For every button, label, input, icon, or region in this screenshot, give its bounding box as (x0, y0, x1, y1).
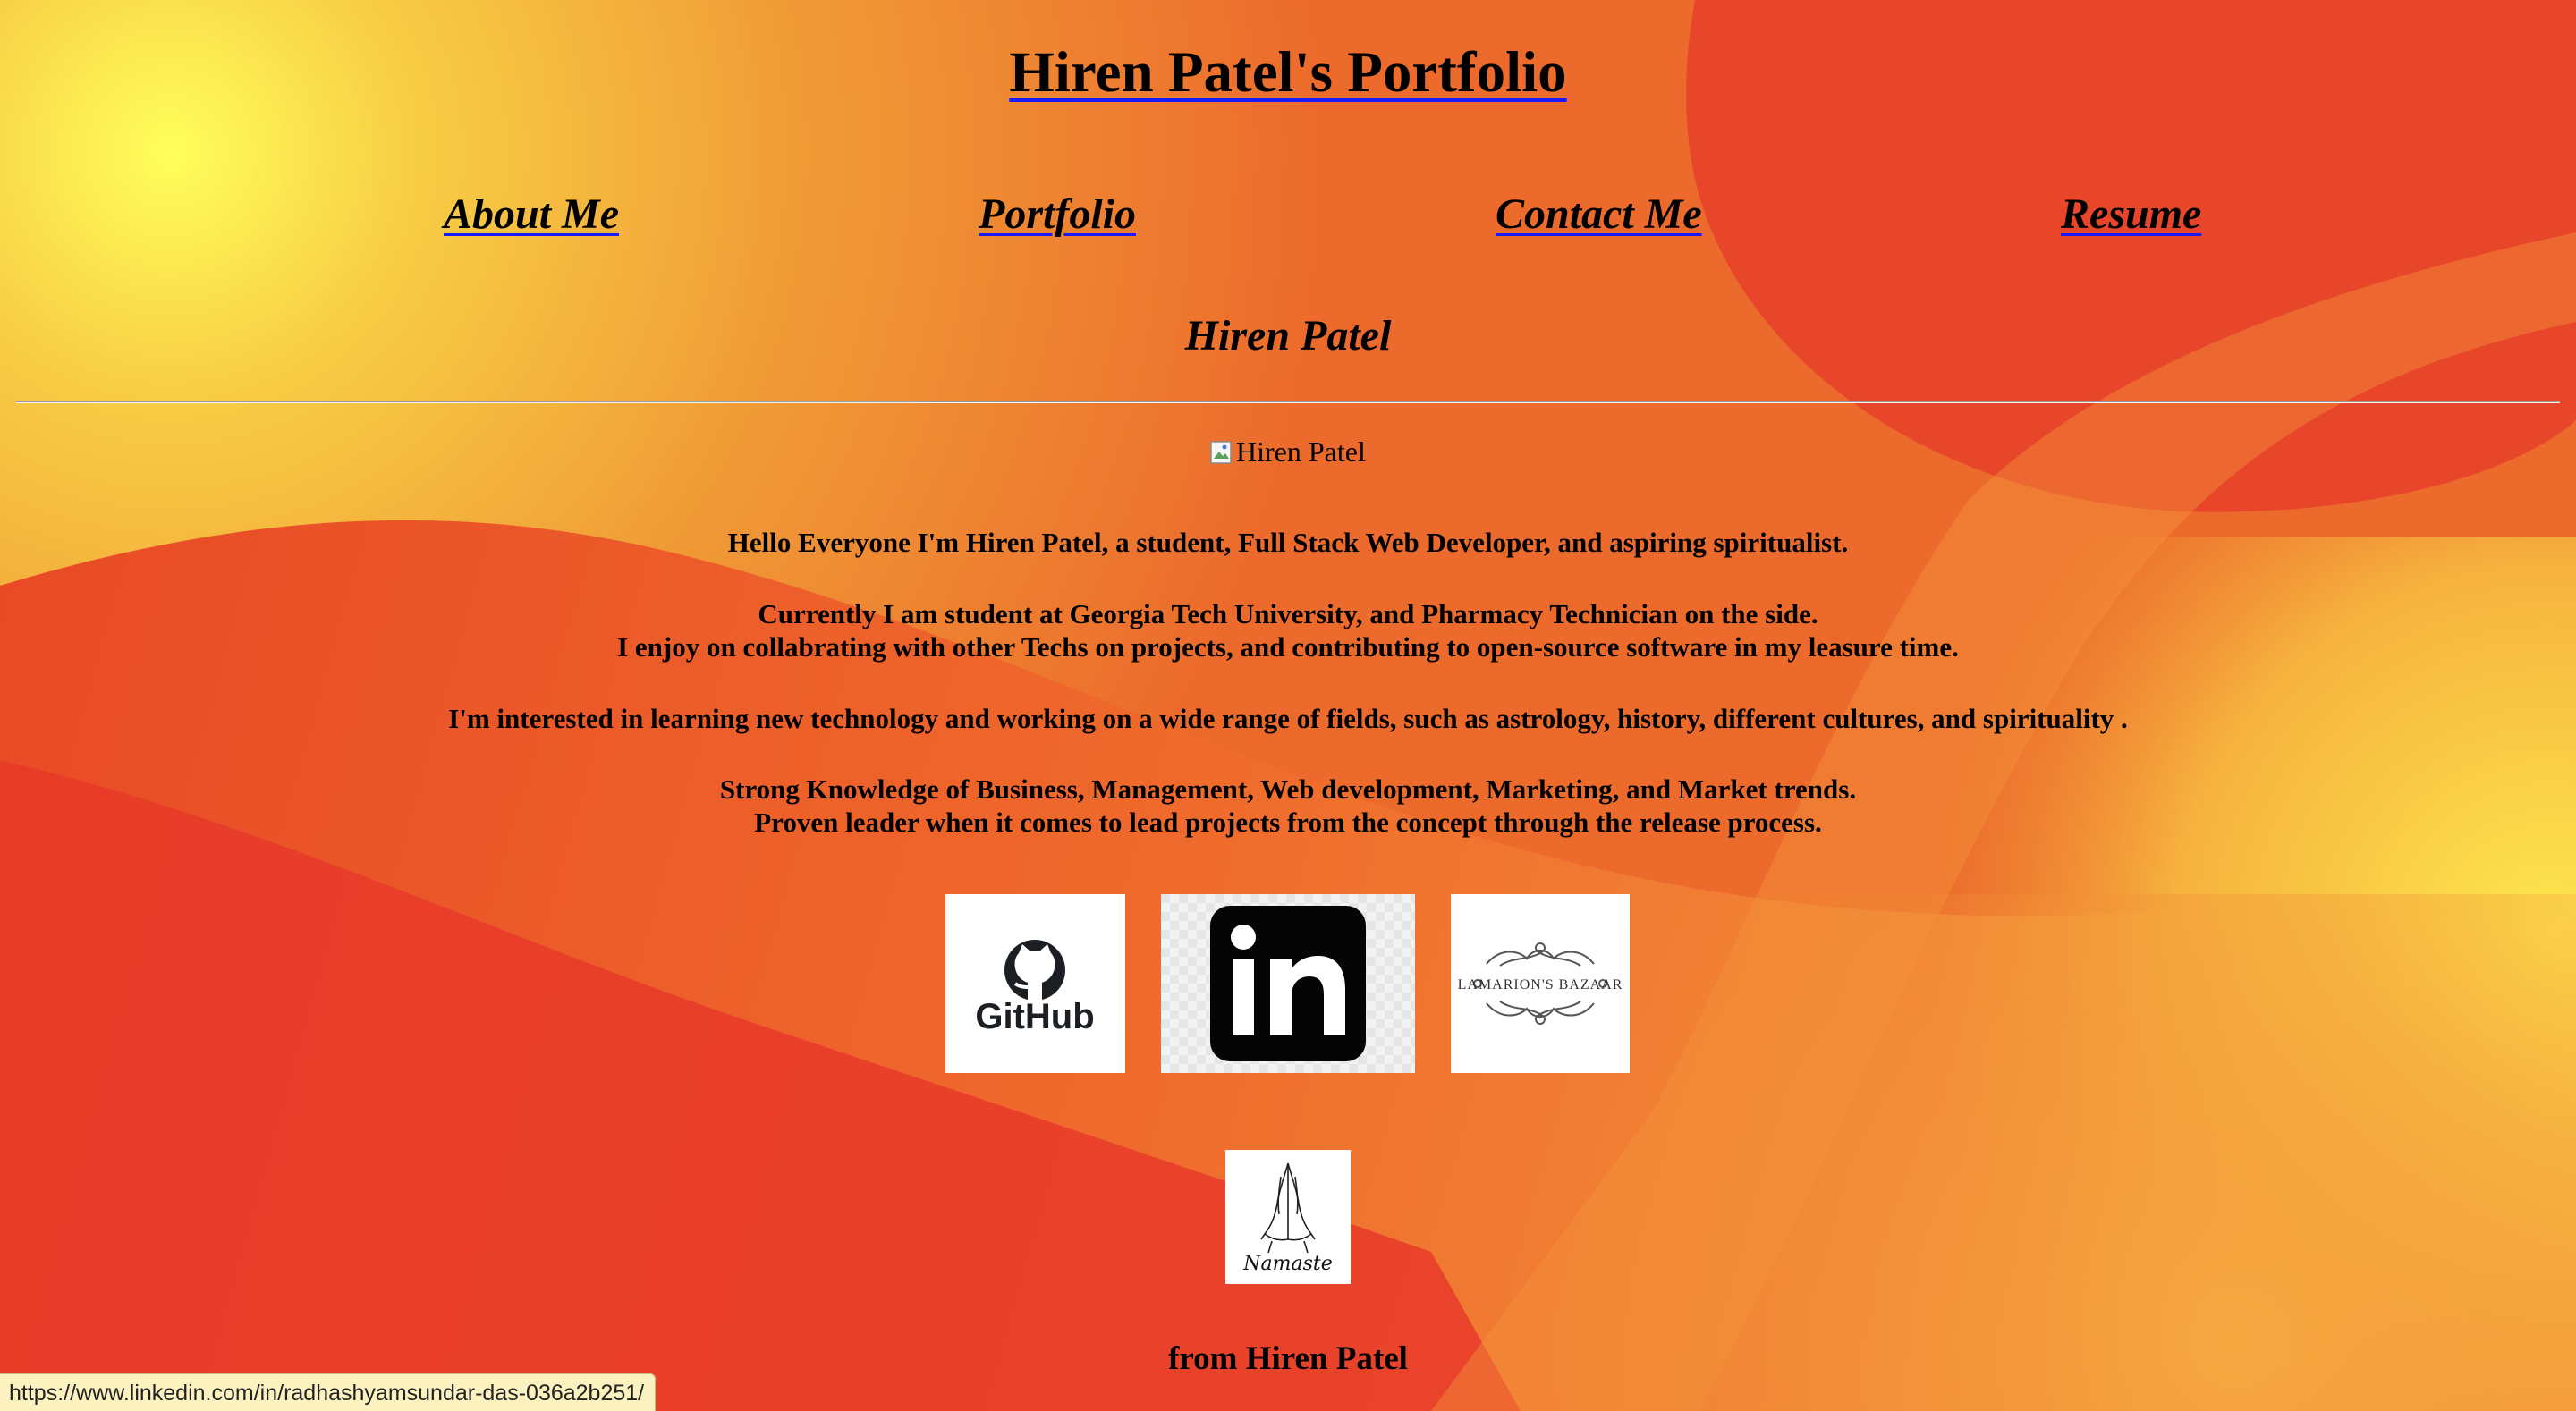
nav-portfolio[interactable]: Portfolio (979, 190, 1136, 239)
site-title: Hiren Patel's Portfolio (0, 39, 2576, 106)
broken-image-icon (1210, 440, 1232, 464)
browser-status-bar-url: https://www.linkedin.com/in/radhashyamsu… (0, 1373, 657, 1411)
about-interests-line: I'm interested in learning new technolog… (448, 703, 2128, 734)
about-collab-line: I enjoy on collabrating with other Techs… (617, 631, 1959, 663)
github-link[interactable]: GitHub (945, 894, 1125, 1073)
about-knowledge-line: Strong Knowledge of Business, Management… (719, 773, 1857, 805)
nav-contact-me[interactable]: Contact Me (1496, 190, 1702, 239)
linkedin-link[interactable]: in (1161, 894, 1415, 1073)
nav-resume[interactable]: Resume (2061, 190, 2201, 239)
namaste-label: Namaste (1242, 1253, 1333, 1275)
github-label: GitHub (975, 997, 1094, 1036)
lamarions-bazaar-link[interactable]: LAMARION'S BAZAAR (1451, 894, 1630, 1073)
bazaar-label: LAMARION'S BAZAAR (1458, 977, 1623, 993)
profile-image: Hiren Patel (1209, 435, 1366, 469)
github-logo-icon: GitHub (975, 940, 1095, 1036)
about-heading: Hiren Patel (1184, 312, 1392, 359)
sign-off: from Hiren Patel (1168, 1340, 1408, 1377)
namaste-hands-icon: Namaste (1242, 1162, 1333, 1275)
site-title-link[interactable]: Hiren Patel's Portfolio (1009, 40, 1566, 105)
nav-about-me[interactable]: About Me (444, 190, 619, 239)
section-divider (16, 401, 2560, 403)
linkedin-logo-icon: in (1161, 894, 1415, 1073)
about-intro: Hello Everyone I'm Hiren Patel, a studen… (727, 527, 1849, 558)
profile-image-alt-text: Hiren Patel (1236, 435, 1366, 468)
page: Hiren Patel's Portfolio About Me Portfol… (0, 0, 2576, 1411)
about-student-line: Currently I am student at Georgia Tech U… (758, 598, 1818, 629)
namaste-link[interactable]: Namaste (1225, 1150, 1351, 1284)
about-leader-line: Proven leader when it comes to lead proj… (754, 807, 1822, 838)
lamarions-bazaar-logo-icon: LAMARION'S BAZAAR (1458, 942, 1623, 1025)
